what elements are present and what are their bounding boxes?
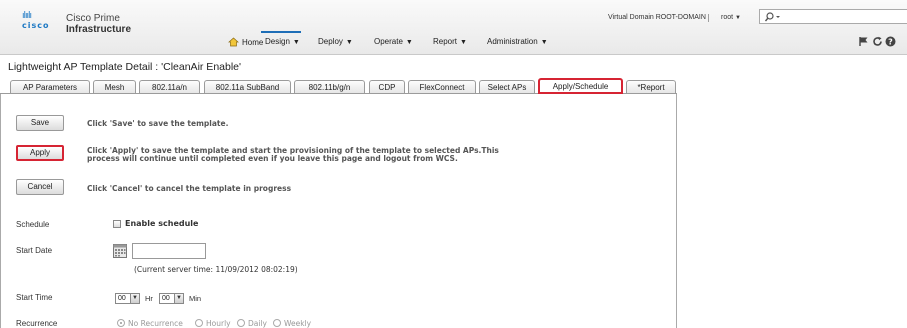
cancel-button[interactable]: Cancel [16,179,64,195]
hour-unit: Hr [145,294,153,303]
nav-administration[interactable]: Administration ▼ [487,37,548,46]
nav-deploy[interactable]: Deploy ▼ [318,37,353,46]
tab-80211bgn[interactable]: 802.11b/g/n [294,80,365,94]
user-menu[interactable]: root ▼ [721,14,741,21]
tab-cdp[interactable]: CDP [369,80,405,94]
minute-select[interactable]: 00 ▼ [159,293,184,304]
virtual-domain-label: Virtual Domain ROOT-DOMAIN [608,14,706,21]
nav-report[interactable]: Report ▼ [433,37,467,46]
nav-home[interactable]: Home [228,37,263,47]
nav-home-label: Home [242,38,264,47]
active-nav-indicator [261,31,301,33]
search-input[interactable] [759,9,907,24]
svg-text:?: ? [888,38,893,47]
help-icon[interactable]: ? [885,36,896,47]
nav-report-label: Report [433,37,458,46]
cisco-logo: ılıılı cisco [22,12,49,31]
save-description: Click 'Save' to save the template. [87,119,229,128]
tab-80211a-subband[interactable]: 802.11a SubBand [204,80,291,94]
start-time-label: Start Time [16,293,53,302]
tab-apply-schedule[interactable]: Apply/Schedule [538,78,623,94]
header-separator: | [707,13,710,22]
nav-operate[interactable]: Operate ▼ [374,37,413,46]
recurrence-weekly-radio[interactable] [273,319,281,327]
recurrence-hourly-label: Hourly [206,319,231,328]
chevron-down-icon: ▼ [130,294,139,303]
chevron-down-icon: ▼ [540,39,548,46]
top-header: ılıılı cisco Cisco Prime Infrastructure … [0,0,907,55]
flag-icon[interactable] [858,36,869,47]
nav-design[interactable]: Design ▼ [265,37,300,46]
recurrence-weekly-label: Weekly [284,319,312,328]
nav-administration-label: Administration [487,37,538,46]
chevron-down-icon: ▼ [292,39,300,46]
user-name: root [721,14,734,21]
refresh-icon[interactable] [872,36,883,47]
tab-mesh[interactable]: Mesh [93,80,136,94]
nav-design-label: Design [265,37,290,46]
template-tabs: AP Parameters Mesh 802.11a/n 802.11a Sub… [0,78,907,94]
nav-operate-label: Operate [374,37,403,46]
apply-description-line2: process will continue until completed ev… [87,154,458,163]
calendar-icon[interactable] [113,244,127,258]
chevron-down-icon: ▼ [735,15,741,21]
cancel-description: Click 'Cancel' to cancel the template in… [87,184,292,193]
nav-deploy-label: Deploy [318,37,343,46]
tab-80211an[interactable]: 802.11a/n [139,80,200,94]
chevron-down-icon: ▼ [460,39,467,46]
start-date-label: Start Date [16,246,53,255]
start-date-input[interactable] [132,243,206,259]
home-icon [228,37,239,47]
page-title: Lightweight AP Template Detail : 'CleanA… [8,61,242,73]
recurrence-hourly-radio[interactable] [195,319,203,327]
chevron-down-icon: ▼ [405,39,413,46]
recurrence-label: Recurrence [16,319,58,328]
tab-ap-parameters[interactable]: AP Parameters [10,80,90,94]
cisco-logo-text: cisco [22,21,50,30]
search-icon [765,12,780,22]
apply-schedule-panel: Save Click 'Save' to save the template. … [0,94,677,328]
cisco-logo-bars: ılıılı [22,11,32,21]
virtual-domain-selector[interactable]: Virtual Domain ROOT-DOMAIN [608,14,706,21]
recurrence-daily-radio[interactable] [237,319,245,327]
tab-select-aps[interactable]: Select APs [479,80,535,94]
hour-select[interactable]: 00 ▼ [115,293,140,304]
chevron-down-icon: ▼ [174,294,183,303]
minute-select-value: 00 [162,295,170,302]
recurrence-daily-label: Daily [248,319,267,328]
product-name-line1: Cisco Prime [66,13,120,24]
hour-select-value: 00 [118,295,126,302]
chevron-down-icon: ▼ [345,39,353,46]
main-nav: Home Design ▼ Deploy ▼ Operate ▼ Report ▼ Ad… [0,33,880,53]
minute-unit: Min [189,294,202,303]
tab-report[interactable]: *Report [626,80,676,94]
recurrence-none-radio[interactable] [117,319,125,327]
server-time-text: (Current server time: 11/09/2012 08:02:1… [134,265,298,274]
apply-button[interactable]: Apply [16,145,64,161]
schedule-label: Schedule [16,220,50,229]
enable-schedule-checkbox[interactable] [113,220,121,228]
enable-schedule-label: Enable schedule [125,219,199,228]
recurrence-none-label: No Recurrence [128,319,183,328]
tab-flexconnect[interactable]: FlexConnect [408,80,476,94]
save-button[interactable]: Save [16,115,64,131]
